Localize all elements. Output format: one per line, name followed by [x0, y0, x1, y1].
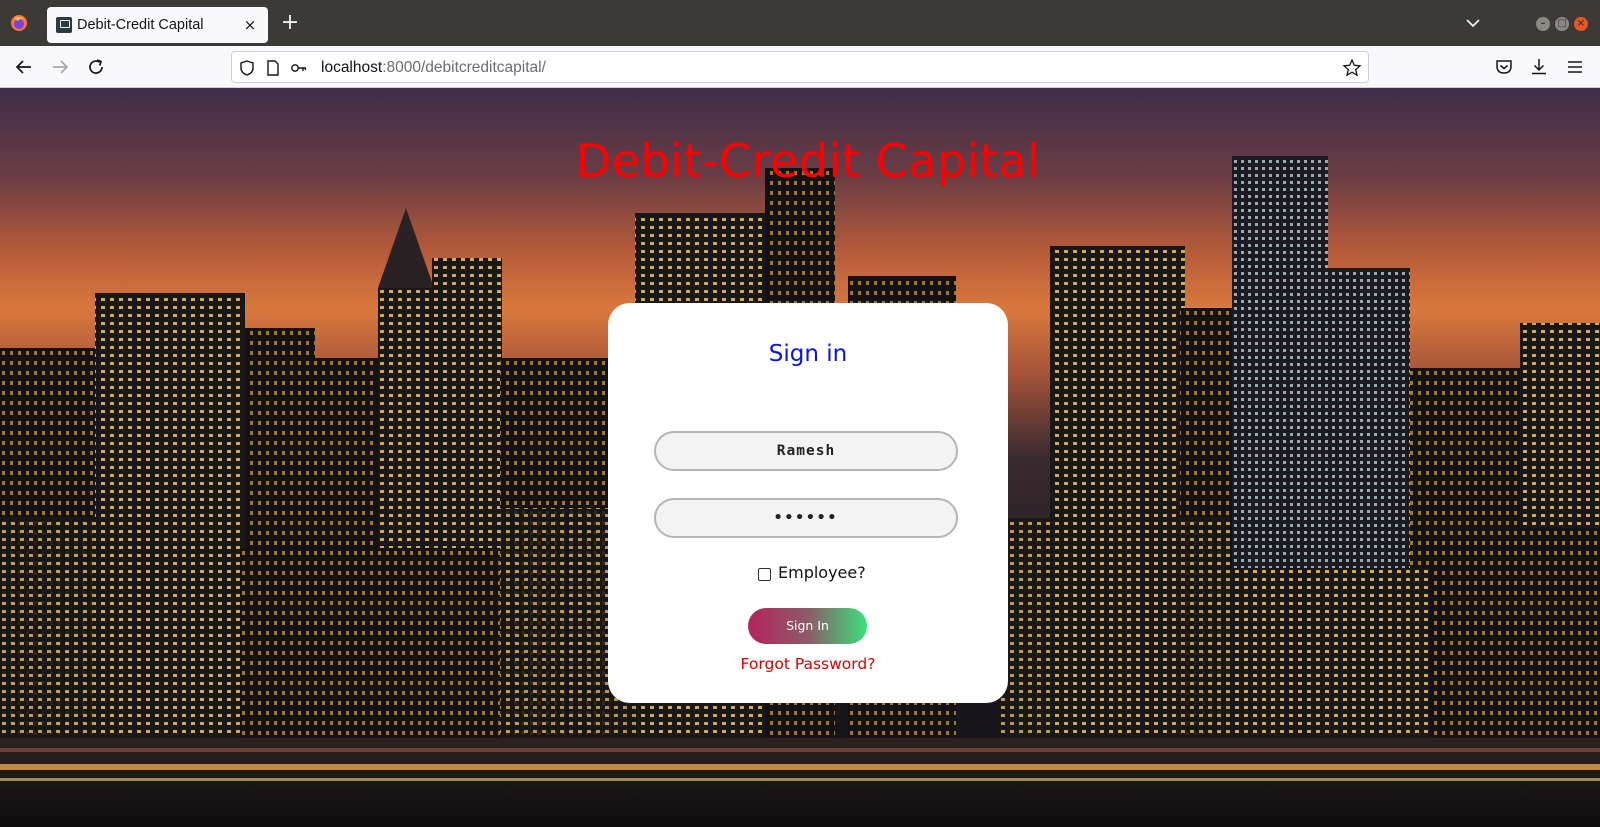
- url-bar[interactable]: localhost:8000/debitcreditcapital/: [231, 51, 1369, 83]
- back-arrow-icon[interactable]: [12, 55, 36, 79]
- url-text[interactable]: localhost:8000/debitcreditcapital/: [321, 59, 546, 77]
- employee-checkbox[interactable]: [758, 568, 771, 581]
- menu-hamburger-icon[interactable]: [1564, 56, 1586, 78]
- employee-row: Employee?: [608, 563, 1008, 585]
- browser-nav-bar: localhost:8000/debitcreditcapital/: [0, 46, 1600, 88]
- site-title: Debit-Credit Capital: [575, 134, 1041, 188]
- tab-title: Debit-Credit Capital: [77, 17, 204, 33]
- browser-tab-bar: Debit-Credit Capital × + – □ ×: [0, 0, 1600, 46]
- url-host: localhost: [321, 59, 383, 76]
- tab-favicon-icon: [56, 17, 72, 33]
- forgot-password-link[interactable]: Forgot Password?: [608, 655, 1008, 673]
- reload-icon[interactable]: [84, 55, 108, 79]
- download-icon[interactable]: [1528, 56, 1550, 78]
- tab-close-icon[interactable]: ×: [240, 15, 260, 35]
- window-close-button[interactable]: ×: [1574, 17, 1588, 31]
- username-field[interactable]: [654, 431, 958, 471]
- password-field[interactable]: [654, 498, 958, 538]
- chevron-down-icon[interactable]: [1462, 12, 1484, 34]
- signin-heading: Sign in: [768, 341, 848, 367]
- pocket-icon[interactable]: [1493, 56, 1515, 78]
- firefox-icon[interactable]: [10, 14, 28, 32]
- employee-label[interactable]: Employee?: [778, 563, 866, 582]
- shield-icon[interactable]: [238, 59, 256, 77]
- url-path: :8000/debitcreditcapital/: [382, 59, 546, 76]
- page-icon[interactable]: [264, 59, 282, 77]
- bookmark-star-icon[interactable]: [1342, 58, 1362, 78]
- window-minimize-button[interactable]: –: [1536, 17, 1550, 31]
- page-body: Debit-Credit Capital Sign in Employee? S…: [0, 88, 1600, 827]
- window-maximize-button[interactable]: □: [1555, 17, 1569, 31]
- signin-card: Sign in Employee? Sign In Forgot Passwor…: [608, 303, 1008, 703]
- new-tab-button[interactable]: +: [279, 12, 301, 34]
- browser-tab-active[interactable]: Debit-Credit Capital ×: [47, 7, 268, 43]
- signin-button[interactable]: Sign In: [748, 608, 867, 644]
- key-icon[interactable]: [290, 59, 308, 77]
- forward-arrow-icon[interactable]: [48, 55, 72, 79]
